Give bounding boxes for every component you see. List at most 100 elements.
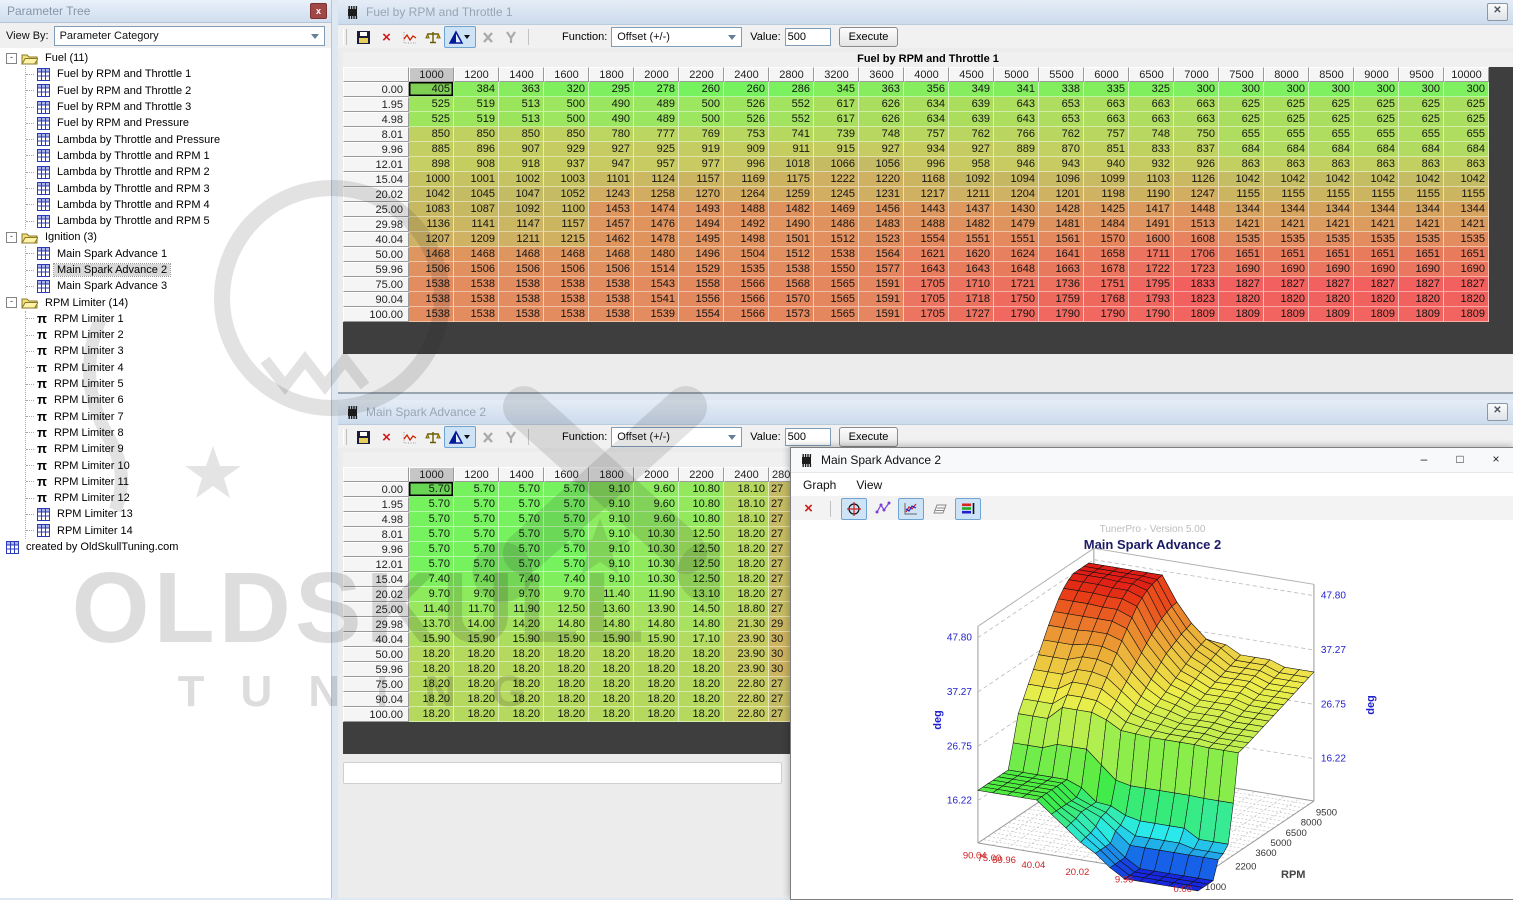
table-cell[interactable]: 898	[409, 157, 454, 172]
table-cell[interactable]: 18.20	[454, 692, 499, 707]
table-cell[interactable]: 655	[1444, 127, 1489, 142]
table-cell[interactable]: 927	[859, 142, 904, 157]
table-cell[interactable]: 18.20	[409, 662, 454, 677]
table-cell[interactable]: 18.20	[499, 647, 544, 662]
table-cell[interactable]: 1538	[589, 292, 634, 307]
tree-item[interactable]: πRPM Limiter 12	[26, 490, 331, 506]
table-cell[interactable]: 338	[1039, 82, 1084, 97]
row-header[interactable]: 100.00	[343, 707, 409, 722]
table-cell[interactable]: 1157	[544, 217, 589, 232]
table-cell[interactable]: 1092	[949, 172, 994, 187]
table-cell[interactable]: 1042	[1444, 172, 1489, 187]
table-cell[interactable]: 1504	[724, 247, 769, 262]
data-points-button[interactable]	[871, 499, 894, 519]
table-cell[interactable]: 1751	[1084, 277, 1129, 292]
table-cell[interactable]: 1514	[634, 262, 679, 277]
tree-item[interactable]: Fuel by RPM and Throttle 3	[26, 99, 331, 115]
table-cell[interactable]: 341	[994, 82, 1039, 97]
table-cell[interactable]: 18.20	[634, 707, 679, 722]
table-cell[interactable]: 1535	[1309, 232, 1354, 247]
table-cell[interactable]: 1512	[769, 247, 814, 262]
row-header[interactable]: 4.98	[343, 512, 409, 527]
column-header[interactable]: 9000	[1354, 67, 1399, 82]
row-header[interactable]: 59.96	[343, 662, 409, 677]
table-cell[interactable]: 1087	[454, 202, 499, 217]
table-cell[interactable]: 1543	[634, 277, 679, 292]
tree-item[interactable]: Lambda by Throttle and RPM 2	[26, 164, 331, 180]
table-cell[interactable]: 1538	[769, 262, 814, 277]
table-cell[interactable]: 1565	[814, 292, 859, 307]
table-cell[interactable]: 15.90	[454, 632, 499, 647]
execute-button[interactable]: Execute	[839, 27, 899, 47]
table-cell[interactable]: 1498	[724, 232, 769, 247]
table-cell[interactable]: 1554	[679, 307, 724, 322]
line-chart-button[interactable]	[898, 498, 924, 520]
table-cell[interactable]: 863	[1354, 157, 1399, 172]
collapse-icon[interactable]: -	[6, 297, 17, 308]
table-cell[interactable]: 15.90	[544, 632, 589, 647]
table-cell[interactable]: 18.20	[724, 542, 769, 557]
table-cell[interactable]: 1052	[544, 187, 589, 202]
table-cell[interactable]: 625	[1309, 97, 1354, 112]
table-cell[interactable]: 1538	[544, 277, 589, 292]
table-cell[interactable]: 850	[544, 127, 589, 142]
table-cell[interactable]: 300	[1354, 82, 1399, 97]
table-cell[interactable]: 1056	[859, 157, 904, 172]
table-cell[interactable]: 526	[724, 112, 769, 127]
tree-item[interactable]: πRPM Limiter 1	[26, 311, 331, 327]
menu-graph[interactable]: Graph	[803, 478, 836, 492]
table-cell[interactable]: 863	[1444, 157, 1489, 172]
tree-item[interactable]: Lambda by Throttle and RPM 3	[26, 180, 331, 196]
table-cell[interactable]: 7.40	[544, 572, 589, 587]
table-cell[interactable]: 5.70	[454, 512, 499, 527]
pan-rotate-button[interactable]	[841, 498, 867, 520]
table-cell[interactable]: 918	[499, 157, 544, 172]
table-cell[interactable]: 500	[544, 97, 589, 112]
value-input[interactable]	[785, 28, 831, 46]
table-cell[interactable]: 850	[499, 127, 544, 142]
table-cell[interactable]: 1538	[589, 277, 634, 292]
table-cell[interactable]: 1482	[769, 202, 814, 217]
table-cell[interactable]: 18.20	[544, 692, 589, 707]
table-cell[interactable]: 18.20	[544, 707, 589, 722]
tree-item[interactable]: πRPM Limiter 11	[26, 474, 331, 490]
table-cell[interactable]: 1591	[859, 307, 904, 322]
color-scale-button[interactable]	[955, 498, 981, 520]
table-cell[interactable]: 9.10	[589, 497, 634, 512]
table-cell[interactable]: 18.20	[454, 707, 499, 722]
table-cell[interactable]: 655	[1354, 127, 1399, 142]
row-header[interactable]: 1.95	[343, 97, 409, 112]
table-cell[interactable]: 13.90	[634, 602, 679, 617]
table-cell[interactable]: 12.50	[679, 572, 724, 587]
table-cell[interactable]: 1535	[1264, 232, 1309, 247]
table-cell[interactable]: 1705	[904, 307, 949, 322]
table-cell[interactable]: 1488	[904, 217, 949, 232]
table-cell[interactable]: 519	[454, 112, 499, 127]
table-cell[interactable]: 1211	[499, 232, 544, 247]
table-cell[interactable]: 996	[904, 157, 949, 172]
tree-item[interactable]: πRPM Limiter 10	[26, 457, 331, 473]
table-cell[interactable]: 300	[1219, 82, 1264, 97]
column-header[interactable]: 9500	[1399, 67, 1444, 82]
table-cell[interactable]: 18.20	[724, 572, 769, 587]
table-cell[interactable]: 1217	[904, 187, 949, 202]
table-cell[interactable]: 1103	[1129, 172, 1174, 187]
table-cell[interactable]: 863	[1309, 157, 1354, 172]
table-cell[interactable]: 12.50	[679, 527, 724, 542]
table-cell[interactable]: 5.70	[454, 527, 499, 542]
table-cell[interactable]: 14.80	[544, 617, 589, 632]
table-cell[interactable]: 9.60	[634, 482, 679, 497]
panel-titlebar[interactable]: Parameter Tree x	[0, 0, 331, 23]
table-cell[interactable]: 300	[1174, 82, 1219, 97]
execute-button[interactable]: Execute	[839, 427, 899, 447]
delete-button[interactable]: ×	[375, 427, 398, 447]
row-header[interactable]: 12.01	[343, 557, 409, 572]
table-cell[interactable]: 9.70	[499, 587, 544, 602]
table-cell[interactable]: 1651	[1354, 247, 1399, 262]
table-cell[interactable]: 625	[1219, 97, 1264, 112]
table-cell[interactable]: 1157	[679, 172, 724, 187]
table-cell[interactable]: 1506	[499, 262, 544, 277]
table-cell[interactable]: 927	[589, 142, 634, 157]
table-cell[interactable]: 833	[1129, 142, 1174, 157]
table-cell[interactable]: 748	[1129, 127, 1174, 142]
